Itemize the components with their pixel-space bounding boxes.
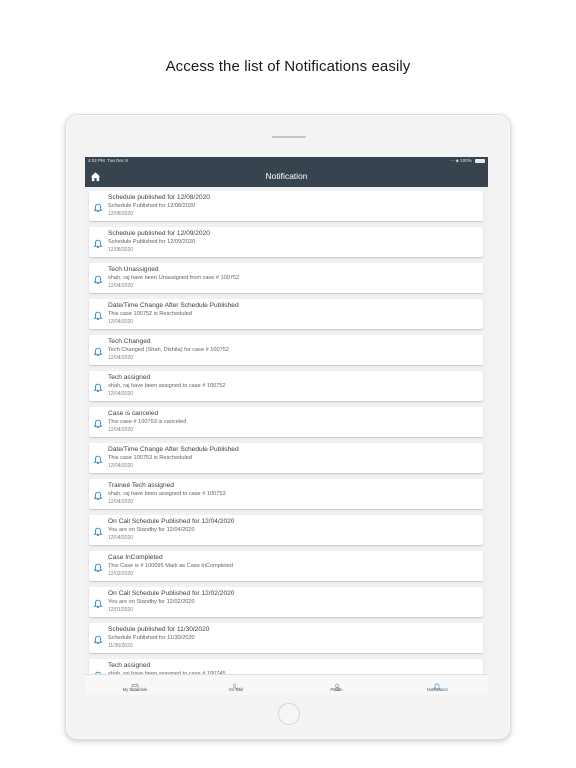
notification-title: Schedule published for 11/30/2020 — [108, 626, 210, 633]
bell-icon — [93, 200, 103, 213]
notification-date: 12/08/2020 — [108, 211, 134, 217]
notification-card[interactable]: Tech assigned shah, raj have been assigne… — [89, 371, 483, 401]
tab-bar: My Schedule On Call Profile Notification — [85, 674, 488, 695]
notification-card[interactable]: Schedule published for 12/08/2020 Schedul… — [89, 191, 483, 221]
tablet-home-button — [278, 703, 300, 725]
notification-card[interactable]: Case InCompleted This Case is # 100095 Ma… — [89, 551, 483, 581]
notification-body: Tech Changed (Shah, Dishita) for case # … — [108, 347, 229, 353]
person-icon — [333, 678, 341, 691]
notification-title: Case InCompleted — [108, 554, 163, 561]
notification-title: Schedule published for 12/09/2020 — [108, 230, 210, 237]
notification-card[interactable]: Traineé Tech assigned shah, raj have been… — [89, 479, 483, 509]
notification-body: This case 100753 is Rescheduled — [108, 455, 192, 461]
status-bar: 4:02 PM Tue Dec 8 ··· ◈ 100% — [85, 157, 488, 165]
notification-card[interactable]: Schedule published for 12/09/2020 Schedul… — [89, 227, 483, 257]
notification-title: Schedule published for 12/08/2020 — [108, 194, 210, 201]
notification-card[interactable]: Schedule published for 11/30/2020 Schedul… — [89, 623, 483, 653]
phone-icon — [232, 678, 240, 690]
bell-icon — [93, 632, 103, 645]
notification-title: On Call Schedule Published for 12/04/202… — [108, 518, 235, 525]
notification-body: shah, raj have been Unassigned from case… — [108, 275, 240, 281]
bell-icon — [93, 344, 103, 357]
notification-card[interactable]: Tech Unassigned shah, raj have been Unass… — [89, 263, 483, 293]
notification-card[interactable]: On Call Schedule Published for 12/04/202… — [89, 515, 483, 545]
tab-notification[interactable]: Notification — [387, 675, 487, 695]
notification-date: 12/02/2020 — [108, 571, 134, 577]
notification-date: 12/04/2020 — [108, 499, 134, 505]
notification-body: shah, raj have been assigned to case # 1… — [108, 491, 226, 497]
tab-label: On Call — [228, 687, 243, 692]
tab-my-schedule[interactable]: My Schedule — [85, 675, 185, 695]
notification-card[interactable]: Date/Time Change After Schedule Publishe… — [89, 443, 483, 473]
tab-label: Profile — [330, 687, 343, 692]
calendar-icon — [131, 678, 139, 691]
notification-date: 12/08/2020 — [108, 247, 134, 253]
notification-body: shah, raj have been assigned to case # 1… — [108, 383, 226, 389]
notification-title: Tech Changed — [108, 338, 151, 345]
notification-title: Date/Time Change After Schedule Publishe… — [108, 446, 239, 453]
notification-date: 11/30/2020 — [108, 643, 133, 649]
status-time: 4:02 PM Tue Dec 8 — [88, 158, 128, 163]
tablet-speaker — [272, 136, 306, 138]
page-caption: Access the list of Notifications easily — [165, 58, 411, 75]
bell-icon — [93, 560, 103, 573]
status-time-value: 4:02 PM — [88, 158, 105, 163]
bell-icon — [93, 452, 103, 465]
notification-title: Date/Time Change After Schedule Publishe… — [108, 302, 239, 309]
notification-date: 12/04/2020 — [108, 427, 134, 433]
bell-icon — [93, 272, 103, 285]
notification-date: 12/04/2020 — [108, 319, 134, 325]
wifi-icon: ◈ — [455, 158, 459, 163]
nav-bar: Notification — [85, 165, 488, 187]
notification-card[interactable]: Date/Time Change After Schedule Publishe… — [89, 299, 483, 329]
notification-body: This case 100752 is Rescheduled — [108, 311, 192, 317]
status-indicators: ··· ◈ 100% — [450, 158, 485, 164]
notification-body: Schedule Published for 12/08/2020 — [108, 203, 196, 209]
notification-title: Tech assigned — [108, 374, 151, 381]
bell-icon — [93, 236, 103, 249]
notification-date: 12/04/2020 — [108, 391, 134, 397]
notification-date: 12/04/2020 — [108, 355, 134, 361]
notification-title: Tech assigned — [108, 662, 151, 669]
notification-body: Schedule Published for 11/30/2020 — [108, 635, 195, 641]
notification-title: Traineé Tech assigned — [108, 482, 174, 489]
bell-icon — [93, 596, 103, 609]
notification-card[interactable]: Tech Changed Tech Changed (Shah, Dishita)… — [89, 335, 483, 365]
bell-icon — [93, 488, 103, 501]
notification-body: This case # 100753 is canceled — [108, 419, 187, 425]
signal-dots-icon: ··· — [449, 158, 455, 163]
bell-icon — [93, 308, 103, 321]
notification-card[interactable]: Case is canceled This case # 100753 is ca… — [89, 407, 483, 437]
notification-body: You are on Standby for 12/02/2020 — [108, 599, 195, 605]
notification-date: 12/01/2020 — [108, 607, 134, 613]
bell-icon — [93, 380, 103, 393]
tab-profile[interactable]: Profile — [287, 675, 387, 695]
notification-card[interactable]: Tech assigned shah, raj have been assigne… — [89, 659, 483, 674]
notification-title: Tech Unassigned — [108, 266, 159, 273]
notification-date: 12/04/2020 — [108, 283, 134, 289]
notification-title: On Call Schedule Published for 12/02/202… — [108, 590, 235, 597]
notification-list[interactable]: Schedule published for 12/08/2020 Schedul… — [85, 187, 488, 674]
app-screen: 4:02 PM Tue Dec 8 ··· ◈ 100% Notificatio… — [85, 157, 488, 695]
bell-icon — [93, 524, 103, 537]
notification-body: Schedule Published for 12/09/2020 — [108, 239, 196, 245]
battery-percent: 100% — [460, 158, 472, 163]
notification-body: This Case is # 100095 Mark as Case InCom… — [108, 563, 233, 569]
notification-title: Case is canceled — [108, 410, 159, 417]
notification-body: You are on Standby for 12/04/2020 — [108, 527, 195, 533]
notification-date: 12/04/2020 — [108, 535, 134, 541]
notification-date: 12/04/2020 — [108, 463, 134, 469]
tab-on-call[interactable]: On Call — [186, 675, 286, 695]
tab-label: My Schedule — [122, 687, 148, 692]
bell-icon — [433, 678, 441, 691]
notification-card[interactable]: On Call Schedule Published for 12/02/202… — [89, 587, 483, 617]
tablet-frame: 4:02 PM Tue Dec 8 ··· ◈ 100% Notificatio… — [65, 114, 511, 740]
status-day-value: Tue Dec 8 — [107, 158, 128, 163]
tab-label: Notification — [426, 687, 448, 692]
battery-icon — [475, 158, 485, 163]
page-title: Notification — [265, 171, 308, 181]
bell-icon — [93, 416, 103, 429]
